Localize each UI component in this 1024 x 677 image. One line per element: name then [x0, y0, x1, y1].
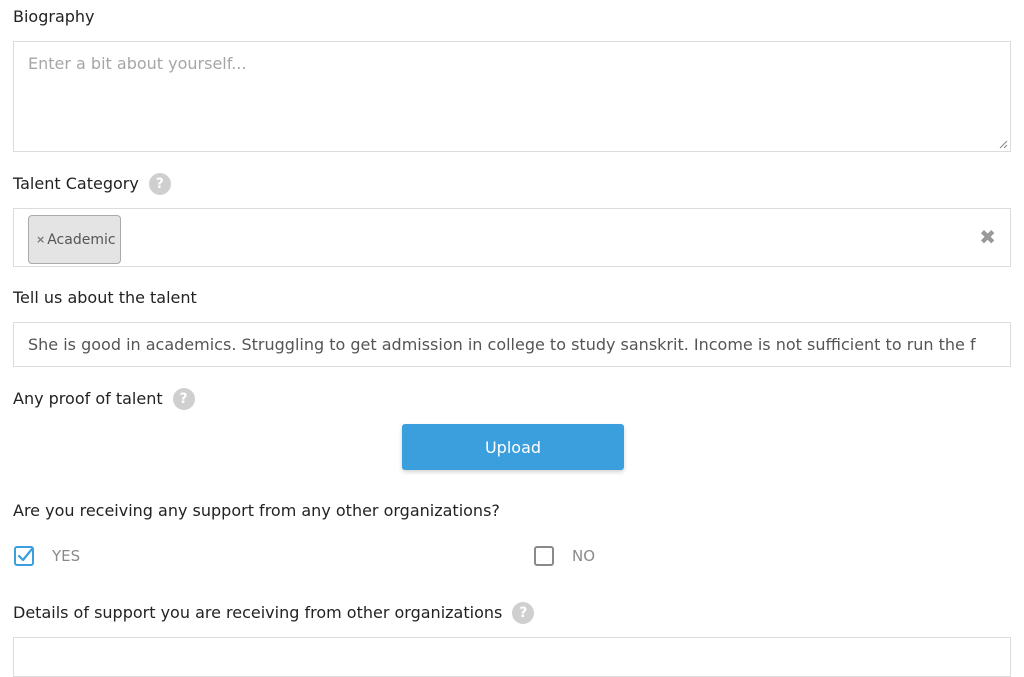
proof-label-text: Any proof of talent — [13, 389, 163, 408]
checkbox-checked-icon[interactable] — [14, 546, 34, 566]
support-question-label: Are you receiving any support from any o… — [13, 501, 500, 521]
proof-label: Any proof of talent ? — [13, 388, 195, 410]
support-details-label: Details of support you are receiving fro… — [13, 602, 535, 624]
biography-label-text: Biography — [13, 7, 95, 26]
selected-tag-academic: × Academic — [28, 215, 121, 264]
support-option-yes-label: YES — [52, 547, 81, 565]
talent-category-select[interactable]: × Academic ✖ — [13, 208, 1011, 267]
upload-button[interactable]: Upload — [402, 424, 624, 470]
help-icon[interactable]: ? — [148, 173, 171, 195]
support-option-no[interactable]: NO — [534, 546, 595, 566]
tag-remove-icon[interactable]: × — [36, 233, 45, 246]
support-details-label-text: Details of support you are receiving fro… — [13, 603, 503, 622]
talent-details-label-text: Tell us about the talent — [13, 288, 197, 307]
support-details-textarea[interactable] — [13, 637, 1011, 677]
talent-category-label: Talent Category ? — [13, 173, 171, 195]
tag-label: Academic — [47, 231, 116, 248]
resize-grip-icon[interactable] — [998, 139, 1008, 149]
help-icon[interactable]: ? — [172, 388, 195, 410]
talent-details-label: Tell us about the talent — [13, 288, 197, 308]
support-option-yes[interactable]: YES — [14, 546, 80, 566]
support-option-no-label: NO — [572, 547, 596, 565]
talent-category-label-text: Talent Category — [13, 174, 139, 193]
support-question-text: Are you receiving any support from any o… — [13, 501, 500, 520]
help-icon[interactable]: ? — [512, 602, 535, 624]
biography-textarea[interactable]: Enter a bit about yourself... — [13, 41, 1011, 152]
checkbox-unchecked-icon[interactable] — [534, 546, 554, 566]
talent-details-input[interactable]: She is good in academics. Struggling to … — [13, 322, 1011, 367]
biography-placeholder: Enter a bit about yourself... — [28, 54, 247, 73]
clear-selection-icon[interactable]: ✖ — [979, 226, 996, 248]
biography-label: Biography — [13, 7, 95, 27]
talent-details-value: She is good in academics. Struggling to … — [28, 335, 976, 354]
